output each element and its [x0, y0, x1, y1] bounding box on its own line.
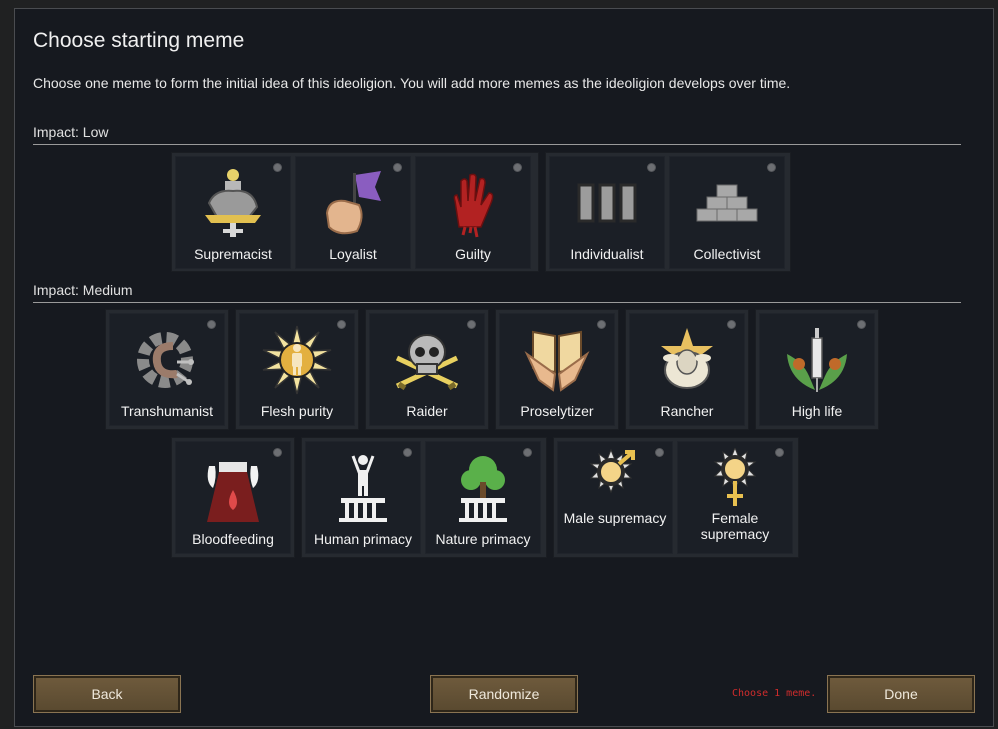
meme-card-male-supremacy[interactable]: Male supremacy — [557, 441, 673, 554]
meme-card-high-life[interactable]: High life — [759, 313, 875, 426]
female-supremacy-icon — [713, 448, 757, 506]
meme-group: High life — [755, 309, 879, 430]
selection-dot — [523, 448, 532, 457]
rancher-icon — [661, 328, 713, 389]
meme-group: Transhumanist — [105, 309, 229, 430]
meme-label: Loyalist — [329, 246, 377, 262]
meme-card-raider[interactable]: Raider — [369, 313, 485, 426]
selection-dot — [273, 163, 282, 172]
section-label-medium: Impact: Medium — [33, 282, 133, 298]
collectivist-icon — [696, 184, 758, 222]
loyalist-icon — [325, 171, 381, 235]
selection-dot — [597, 320, 606, 329]
choose-meme-dialog: Choose starting meme Choose one meme to … — [14, 8, 994, 727]
meme-card-proselytizer[interactable]: Proselytizer — [499, 313, 615, 426]
meme-card-female-supremacy[interactable]: Female supremacy — [677, 441, 793, 554]
selection-dot — [393, 163, 402, 172]
flesh-purity-icon — [262, 325, 332, 395]
randomize-button[interactable]: Randomize — [430, 675, 578, 713]
meme-card-rancher[interactable]: Rancher — [629, 313, 745, 426]
meme-label: Human primacy — [313, 531, 413, 547]
male-supremacy-icon — [589, 448, 635, 494]
meme-label: Proselytizer — [520, 403, 594, 419]
meme-group: Flesh purity — [235, 309, 359, 430]
supremacist-icon — [205, 169, 261, 237]
meme-label: Rancher — [660, 403, 714, 419]
meme-label: Nature primacy — [435, 531, 531, 547]
selection-dot — [857, 320, 866, 329]
meme-card-human-primacy[interactable]: Human primacy — [305, 441, 421, 554]
dialog-description: Choose one meme to form the initial idea… — [33, 75, 791, 91]
done-button[interactable]: Done — [827, 675, 975, 713]
status-hint: Choose 1 meme. — [732, 688, 817, 699]
selection-dot — [647, 163, 656, 172]
selection-dot — [273, 448, 282, 457]
section-label-low: Impact: Low — [33, 124, 109, 140]
meme-group: Rancher — [625, 309, 749, 430]
meme-group: Bloodfeeding — [171, 437, 295, 558]
meme-group: Raider — [365, 309, 489, 430]
meme-label: Female supremacy — [700, 510, 770, 542]
dialog-title: Choose starting meme — [33, 29, 245, 52]
human-primacy-icon — [339, 455, 387, 522]
selection-dot — [207, 320, 216, 329]
selection-dot — [513, 163, 522, 172]
meme-card-supremacist[interactable]: Supremacist — [175, 156, 291, 269]
meme-card-nature-primacy[interactable]: Nature primacy — [425, 441, 541, 554]
meme-card-bloodfeeding[interactable]: Bloodfeeding — [175, 441, 291, 554]
meme-card-guilty[interactable]: Guilty — [415, 156, 531, 269]
meme-group: Male supremacy Female supremacy — [553, 437, 799, 558]
meme-label: Male supremacy — [563, 510, 667, 526]
meme-label: Individualist — [570, 246, 644, 262]
meme-label: High life — [791, 403, 843, 419]
section-divider — [33, 302, 961, 303]
meme-group: Proselytizer — [495, 309, 619, 430]
meme-card-individualist[interactable]: Individualist — [549, 156, 665, 269]
selection-dot — [467, 320, 476, 329]
selection-dot — [655, 448, 664, 457]
bloodfeeding-icon — [207, 462, 259, 522]
high-life-icon — [787, 328, 847, 392]
raider-icon — [395, 334, 459, 391]
meme-card-flesh-purity[interactable]: Flesh purity — [239, 313, 355, 426]
selection-dot — [727, 320, 736, 329]
meme-label: Flesh purity — [260, 403, 334, 419]
selection-dot — [767, 163, 776, 172]
back-button[interactable]: Back — [33, 675, 181, 713]
meme-label: Collectivist — [693, 246, 761, 262]
selection-dot — [403, 448, 412, 457]
meme-group: Individualist Collectivist — [545, 152, 791, 272]
meme-label: Transhumanist — [120, 403, 214, 419]
meme-label: Supremacist — [194, 246, 272, 262]
guilty-icon — [453, 173, 494, 238]
meme-group: Human primacy Nature primacy — [301, 437, 547, 558]
transhumanist-icon — [137, 332, 194, 388]
meme-group: Supremacist Loyalist Guilty — [171, 152, 539, 272]
meme-label: Bloodfeeding — [192, 531, 274, 547]
meme-label: Guilty — [455, 246, 491, 262]
meme-card-transhumanist[interactable]: Transhumanist — [109, 313, 225, 426]
section-divider — [33, 144, 961, 145]
proselytizer-icon — [524, 330, 590, 392]
nature-primacy-icon — [459, 456, 507, 522]
meme-card-loyalist[interactable]: Loyalist — [295, 156, 411, 269]
individualist-icon — [577, 183, 637, 223]
selection-dot — [337, 320, 346, 329]
selection-dot — [775, 448, 784, 457]
meme-card-collectivist[interactable]: Collectivist — [669, 156, 785, 269]
meme-label: Raider — [406, 403, 448, 419]
